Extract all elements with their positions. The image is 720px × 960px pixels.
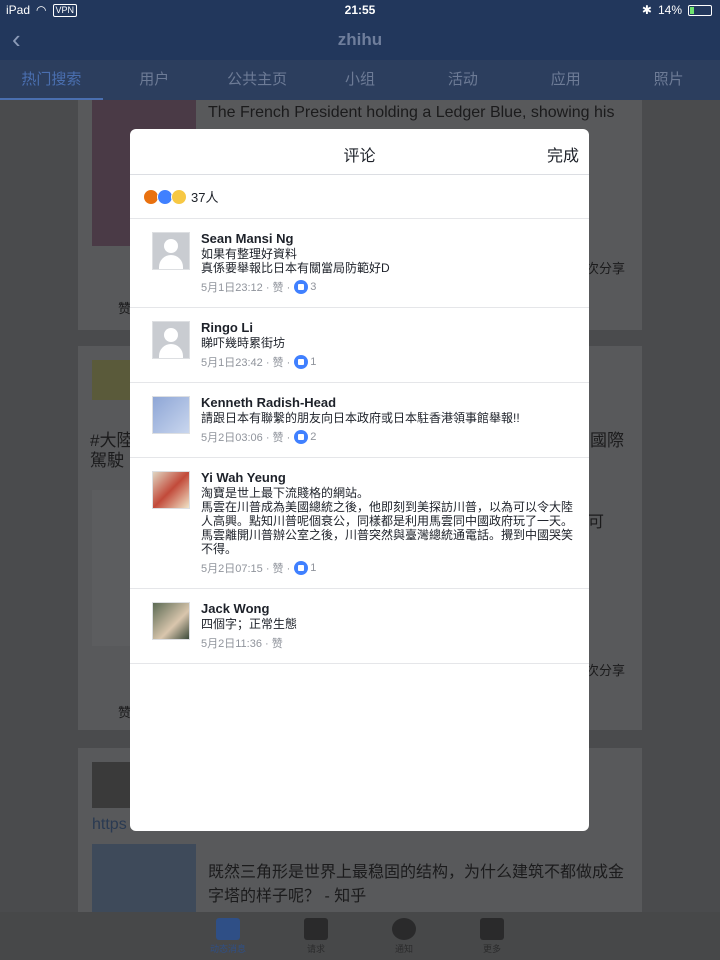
tab-users[interactable]: 用户 bbox=[103, 60, 206, 100]
tab-more[interactable]: 更多 bbox=[472, 912, 512, 960]
share-count: 次分享 bbox=[586, 261, 626, 276]
comment-meta: 5月2日07:15 · 赞 · 1 bbox=[201, 560, 579, 576]
nav-title: zhihu bbox=[337, 30, 383, 49]
battery-icon bbox=[688, 4, 712, 16]
post-link[interactable]: https bbox=[92, 816, 127, 834]
bottom-tab-bar: 动态消息 请求 通知 更多 bbox=[0, 912, 720, 960]
avatar[interactable] bbox=[152, 321, 190, 359]
share-count: 次分享 bbox=[586, 663, 626, 678]
tab-label: 更多 bbox=[482, 944, 501, 954]
post-subtitle: 駕駛 bbox=[90, 451, 124, 470]
tab-hot-search[interactable]: 热门搜索 bbox=[0, 60, 103, 100]
status-time: 21:55 bbox=[344, 3, 376, 17]
comment-meta: 5月1日23:12 · 赞 · 3 bbox=[201, 279, 579, 295]
wow-reaction-icon bbox=[171, 188, 187, 205]
comment-meta: 5月2日03:06 · 赞 · 2 bbox=[201, 429, 579, 445]
like-icon bbox=[294, 561, 309, 575]
tab-events[interactable]: 活动 bbox=[411, 60, 514, 100]
bluetooth-icon: ✱ bbox=[641, 3, 652, 17]
like-count: 1 bbox=[310, 562, 317, 574]
modal-title: 评论 bbox=[343, 148, 376, 165]
like-icon bbox=[294, 280, 309, 294]
comment-time[interactable]: 5月2日03:06 · 赞 · bbox=[201, 429, 290, 445]
modal-header: 评论 完成 bbox=[130, 129, 589, 175]
comment-text: 如果有整理好資料 真係要舉報比日本有關當局防範好D bbox=[201, 247, 390, 275]
comment-text: 睇吓幾時累街坊 bbox=[201, 336, 286, 350]
comment-meta: 5月1日23:42 · 赞 · 1 bbox=[201, 354, 579, 370]
tab-apps[interactable]: 应用 bbox=[514, 60, 617, 100]
comment-item: Sean Mansi Ng 如果有整理好資料 真係要舉報比日本有關當局防範好D … bbox=[130, 219, 589, 308]
tab-photos[interactable]: 照片 bbox=[617, 60, 720, 100]
post-title: The French President holding a Ledger Bl… bbox=[208, 104, 615, 121]
reaction-count: 37人 bbox=[191, 190, 219, 205]
globe-icon bbox=[392, 918, 416, 940]
comment-author[interactable]: Kenneth Radish-Head bbox=[201, 395, 579, 411]
reactions-summary[interactable]: 37人 bbox=[130, 175, 589, 219]
comment-time[interactable]: 5月2日11:36 · 赞 bbox=[201, 635, 283, 651]
comment-author[interactable]: Yi Wah Yeung bbox=[201, 470, 579, 486]
status-bar: iPad ◠ VPN 21:55 ✱ 14% bbox=[0, 0, 720, 20]
post-avatar bbox=[92, 360, 132, 400]
comment-text: 四個字；正常生態 bbox=[201, 617, 298, 631]
comments-modal: 评论 完成 37人 Sean Mansi Ng 如果有整理好資料 真係要舉報比日… bbox=[130, 129, 589, 831]
avatar[interactable] bbox=[152, 232, 190, 270]
comment-author[interactable]: Jack Wong bbox=[201, 601, 579, 617]
comment-item: Ringo Li 睇吓幾時累街坊 5月1日23:42 · 赞 · 1 bbox=[130, 308, 589, 383]
post-title: 既然三角形是世界上最稳固的结构，为什么建筑不都做成金字塔的样子呢？ - 知乎 bbox=[208, 864, 625, 905]
tab-news-feed[interactable]: 动态消息 bbox=[208, 912, 248, 960]
comment-item: Jack Wong 四個字；正常生態 5月2日11:36 · 赞 bbox=[130, 589, 589, 664]
post-title-suffix: 國際 bbox=[590, 431, 624, 450]
search-tabs: 热门搜索 用户 公共主页 小组 活动 应用 照片 bbox=[0, 60, 720, 100]
comment-text: 請跟日本有聯繫的朋友向日本政府或日本駐香港領事館舉報!! bbox=[201, 411, 520, 425]
comment-author[interactable]: Sean Mansi Ng bbox=[201, 231, 579, 247]
post-avatar bbox=[92, 762, 132, 808]
like-count: 2 bbox=[310, 431, 317, 443]
like-count: 1 bbox=[310, 356, 317, 368]
comment-author[interactable]: Ringo Li bbox=[201, 320, 579, 336]
battery-percent: 14% bbox=[657, 3, 682, 17]
post-image bbox=[92, 844, 196, 912]
tab-label: 请求 bbox=[306, 944, 325, 954]
comment-time[interactable]: 5月1日23:42 · 赞 · bbox=[201, 354, 290, 370]
friends-icon bbox=[304, 918, 328, 940]
avatar[interactable] bbox=[152, 602, 190, 640]
tab-notifications[interactable]: 通知 bbox=[384, 912, 424, 960]
post-snippet: 可 bbox=[588, 514, 605, 531]
like-icon bbox=[294, 355, 309, 369]
like-count: 3 bbox=[310, 281, 317, 293]
tab-requests[interactable]: 请求 bbox=[296, 912, 336, 960]
menu-icon bbox=[480, 918, 504, 940]
tab-public-pages[interactable]: 公共主页 bbox=[206, 60, 309, 100]
tab-label: 动态消息 bbox=[209, 944, 246, 954]
navigation-bar: ‹ zhihu bbox=[0, 20, 720, 60]
comment-time[interactable]: 5月1日23:12 · 赞 · bbox=[201, 279, 290, 295]
avatar[interactable] bbox=[152, 396, 190, 434]
avatar[interactable] bbox=[152, 471, 190, 509]
comment-item: Kenneth Radish-Head 請跟日本有聯繫的朋友向日本政府或日本駐香… bbox=[130, 383, 589, 458]
comment-meta: 5月2日11:36 · 赞 bbox=[201, 635, 579, 651]
like-icon bbox=[294, 430, 309, 444]
tab-label: 通知 bbox=[394, 944, 413, 954]
comment-text: 淘寶是世上最下流賤格的網站。 馬雲在川普成為美國總統之後，他即刻到美探訪川普，以… bbox=[201, 486, 574, 556]
tab-groups[interactable]: 小组 bbox=[309, 60, 412, 100]
comment-item: Yi Wah Yeung 淘寶是世上最下流賤格的網站。 馬雲在川普成為美國總統之… bbox=[130, 458, 589, 589]
done-button[interactable]: 完成 bbox=[547, 142, 579, 166]
news-feed-icon bbox=[216, 918, 240, 940]
comment-time[interactable]: 5月2日07:15 · 赞 · bbox=[201, 560, 290, 576]
